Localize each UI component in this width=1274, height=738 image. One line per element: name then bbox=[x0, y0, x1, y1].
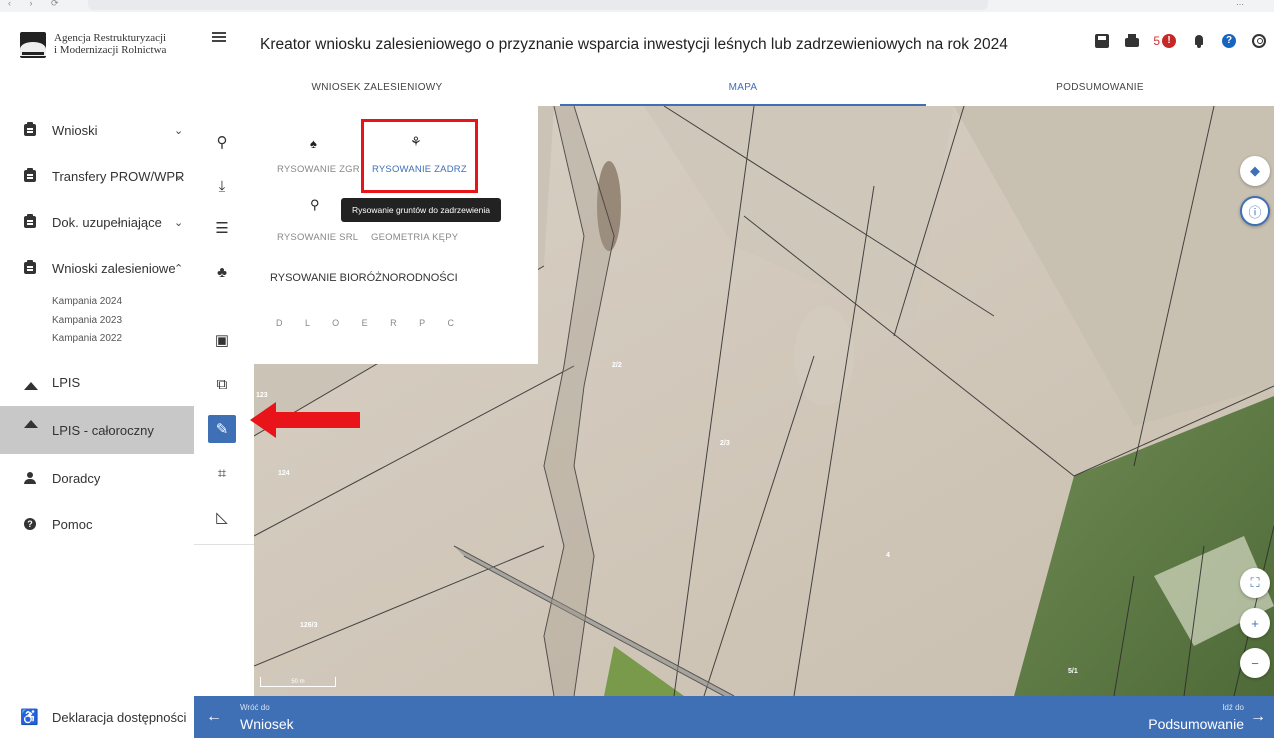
deciduous-tree-icon[interactable]: ⚲ bbox=[310, 197, 320, 213]
highlight-box bbox=[361, 119, 478, 193]
clipboard-icon bbox=[24, 260, 36, 274]
tooltip: Rysowanie gruntów do zadrzewienia bbox=[341, 198, 501, 222]
tab-podsumowanie[interactable]: PODSUMOWANIE bbox=[926, 74, 1274, 106]
chevron-up-icon: ⌃ bbox=[174, 262, 184, 275]
sidebar-item-wnioski[interactable]: Wnioski ⌄ bbox=[0, 116, 194, 144]
sidebar-item-doradcy[interactable]: Doradcy bbox=[0, 464, 194, 492]
accessibility-icon: ♿ bbox=[20, 709, 39, 726]
next-caption: Idź do bbox=[1222, 703, 1244, 712]
sidebar-item-label: Dok. uzupełniające bbox=[52, 214, 162, 230]
parcel-label: 2/2 bbox=[612, 362, 622, 369]
chevron-down-icon: ⌄ bbox=[174, 124, 184, 137]
arimr-logo-icon bbox=[20, 32, 46, 58]
bell-icon[interactable] bbox=[1192, 34, 1206, 48]
sidebar-item-transfery[interactable]: Transfery PROW/WPR ⌄ bbox=[0, 162, 194, 190]
sidebar-item-lpis-caloroczny[interactable]: LPIS - całoroczny bbox=[0, 406, 194, 454]
sidebar-item-label: Wnioski zalesieniowe bbox=[52, 260, 176, 276]
browser-bar: ‹ › ⟳ ⋯ bbox=[0, 0, 1274, 12]
map-toolbar: ⚲ ⤓ ☰ ♣ ▣ ⧉ ✎ ⌗ ◺ bbox=[194, 106, 254, 696]
next-arrow-icon[interactable]: → bbox=[1250, 708, 1266, 726]
menu-icon[interactable] bbox=[212, 32, 226, 42]
sidebar-item-dok-uzupelniajace[interactable]: Dok. uzupełniające ⌄ bbox=[0, 208, 194, 236]
tab-wniosek-zalesieniowy[interactable]: WNIOSEK ZALESIENIOWY bbox=[194, 74, 560, 106]
clipboard-icon bbox=[24, 214, 36, 228]
zoom-out-button[interactable]: − bbox=[1240, 648, 1270, 678]
tab-mapa[interactable]: MAPA bbox=[560, 74, 926, 106]
download-icon[interactable]: ⤓ bbox=[208, 172, 236, 200]
clump-geometry-button[interactable]: GEOMETRIA KĘPY bbox=[371, 232, 458, 243]
footer-nav: ← Wróć do Wniosek Idź do Podsumowanie → bbox=[194, 696, 1274, 738]
sidebar-item-label: Pomoc bbox=[52, 516, 93, 532]
tab-bar: WNIOSEK ZALESIENIOWY MAPA PODSUMOWANIE bbox=[194, 74, 1274, 106]
help-icon[interactable]: ? bbox=[1222, 34, 1236, 48]
user-icon[interactable] bbox=[1252, 34, 1266, 48]
browser-menu-icons[interactable]: ⋯ bbox=[1236, 0, 1254, 9]
sidebar-item-label: Doradcy bbox=[52, 470, 101, 486]
notification-count[interactable]: 5 bbox=[1153, 34, 1160, 48]
toolbar-divider bbox=[194, 544, 254, 545]
list-icon[interactable]: ☰ bbox=[208, 214, 236, 242]
search-icon[interactable]: ⚲ bbox=[208, 128, 236, 156]
arimr-logo[interactable]: Agencja Restrukturyzacji i Modernizacji … bbox=[20, 32, 166, 58]
accessibility-link[interactable]: ♿ Deklaracja dostępności bbox=[0, 696, 194, 738]
help-icon: ? bbox=[24, 518, 36, 530]
tree-icon[interactable]: ♠ bbox=[310, 136, 317, 151]
browser-nav-icons[interactable]: ‹ › ⟳ bbox=[8, 0, 67, 9]
edit-pencil-icon[interactable]: ✎ bbox=[208, 415, 236, 443]
mountain-icon bbox=[24, 378, 38, 390]
sidebar-item-pomoc[interactable]: ? Pomoc bbox=[0, 510, 194, 538]
sub-item-kampania-2022[interactable]: Kampania 2022 bbox=[52, 333, 122, 344]
alert-icon[interactable]: ! bbox=[1162, 34, 1176, 48]
header: Kreator wniosku zalesieniowego o przyzna… bbox=[194, 12, 1274, 74]
logo-line1: Agencja Restrukturyzacji bbox=[54, 32, 167, 44]
chevron-down-icon: ⌄ bbox=[174, 216, 184, 229]
parcel-label: 4 bbox=[886, 552, 890, 559]
sidebar: Agencja Restrukturyzacji i Modernizacji … bbox=[0, 12, 194, 738]
scale-bar: 50 m bbox=[260, 677, 336, 687]
draw-zgr-button[interactable]: RYSOWANIE ZGR bbox=[277, 164, 360, 175]
mountain-icon bbox=[24, 416, 38, 428]
back-arrow-icon[interactable]: ← bbox=[206, 708, 222, 726]
logo-line2: i Modernizacji Rolnictwa bbox=[54, 44, 167, 56]
back-button[interactable]: Wniosek bbox=[240, 716, 294, 732]
sidebar-item-label: Transfery PROW/WPR bbox=[52, 168, 185, 184]
clipboard-icon bbox=[24, 168, 36, 182]
sidebar-item-lpis[interactable]: LPIS bbox=[0, 368, 194, 396]
frame-icon[interactable]: ⌗ bbox=[208, 459, 236, 487]
next-button[interactable]: Podsumowanie bbox=[1148, 716, 1244, 732]
chevron-down-icon: ⌄ bbox=[174, 170, 184, 183]
draw-srl-button[interactable]: RYSOWANIE SRL bbox=[277, 232, 358, 243]
sidebar-item-label: LPIS bbox=[52, 374, 81, 390]
zoom-in-button[interactable]: + bbox=[1240, 608, 1270, 638]
info-icon[interactable]: ⓘ bbox=[1240, 196, 1270, 226]
sidebar-item-label: Wnioski bbox=[52, 122, 98, 138]
header-actions: 5 ! ? bbox=[1087, 32, 1274, 50]
measure-icon[interactable]: ◺ bbox=[208, 503, 236, 531]
select-area-icon[interactable]: ▣ bbox=[208, 326, 236, 354]
clipboard-icon bbox=[24, 122, 36, 136]
parcel-label: 2/3 bbox=[720, 440, 730, 447]
address-bar[interactable] bbox=[88, 0, 988, 10]
biodiversity-letters[interactable]: D L O E R P C bbox=[276, 318, 464, 328]
sub-item-kampania-2024[interactable]: Kampania 2024 bbox=[52, 296, 122, 307]
sub-item-kampania-2023[interactable]: Kampania 2023 bbox=[52, 315, 122, 326]
back-caption: Wróć do bbox=[240, 703, 270, 712]
person-icon bbox=[24, 472, 36, 484]
red-arrow-icon bbox=[250, 402, 360, 438]
sidebar-item-wnioski-zalesieniowe[interactable]: Wnioski zalesieniowe ⌃ bbox=[0, 254, 194, 282]
save-icon[interactable] bbox=[1095, 34, 1110, 48]
accessibility-label: Deklaracja dostępności bbox=[52, 709, 187, 725]
print-icon[interactable] bbox=[1125, 34, 1140, 47]
forest-icon[interactable]: ♣ bbox=[208, 258, 236, 286]
fullscreen-icon[interactable]: ⛶ bbox=[1240, 568, 1270, 598]
draw-biodiversity-button[interactable]: RYSOWANIE BIORÓŻNORODNOŚCI bbox=[270, 272, 458, 284]
parcel-label: 123 bbox=[256, 392, 268, 399]
layers-icon[interactable]: ◆ bbox=[1240, 156, 1270, 186]
page-title: Kreator wniosku zalesieniowego o przyzna… bbox=[260, 36, 1008, 53]
copy-icon[interactable]: ⧉ bbox=[208, 370, 236, 398]
sidebar-item-label: LPIS - całoroczny bbox=[52, 422, 154, 438]
parcel-label: 5/1 bbox=[1068, 668, 1078, 675]
parcel-label: 126/3 bbox=[300, 622, 318, 629]
parcel-label: 124 bbox=[278, 470, 290, 477]
